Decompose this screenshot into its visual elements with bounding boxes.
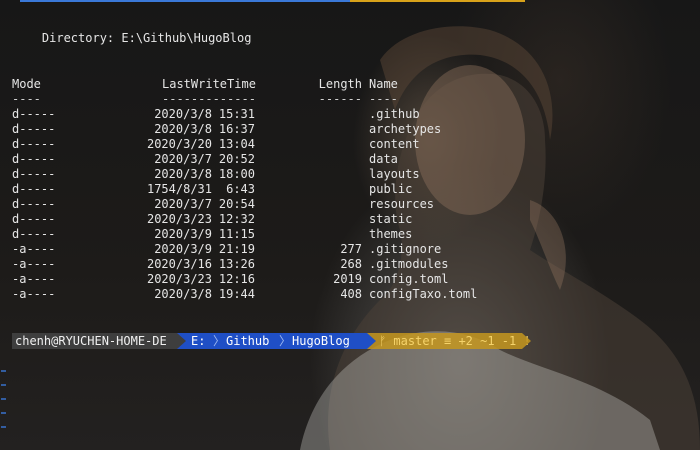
- row-mode: d-----: [12, 167, 56, 181]
- row-name: archetypes: [369, 122, 442, 136]
- row-mode: d-----: [12, 212, 56, 226]
- row-time: 11:15: [218, 227, 255, 241]
- row-date: 2020/3/9: [154, 227, 212, 241]
- row-date: 2020/3/7: [154, 197, 212, 211]
- separator-name: ----: [369, 92, 398, 106]
- row-mode: d-----: [12, 107, 56, 121]
- prompt-path-hugoblog: HugoBlog: [292, 334, 350, 348]
- row-date: 2020/3/23: [146, 272, 212, 286]
- table-row[interactable]: d----- 2020/3/23 12:32 static: [0, 212, 700, 227]
- powerline-separator-icon: [367, 333, 376, 349]
- row-name: .gitignore: [369, 242, 442, 256]
- header-name: Name: [369, 77, 398, 91]
- row-time: 20:52: [218, 152, 255, 166]
- row-date: 2020/3/7: [154, 152, 212, 166]
- table-row[interactable]: d----- 2020/3/7 20:52 data: [0, 152, 700, 167]
- row-name: configTaxo.toml: [369, 287, 478, 301]
- row-name: resources: [369, 197, 435, 211]
- terminal-output[interactable]: Directory: E:\Github\HugoBlog Mode LastW…: [0, 0, 700, 450]
- row-mode: d-----: [12, 152, 56, 166]
- table-row[interactable]: -a---- 2020/3/9 21:19 277 .gitignore: [0, 242, 700, 257]
- chevron-right-icon: 〉: [213, 334, 226, 348]
- row-mode: d-----: [12, 227, 56, 241]
- table-row[interactable]: d----- 2020/3/7 20:54 resources: [0, 197, 700, 212]
- table-row[interactable]: -a---- 2020/3/16 13:26 268 .gitmodules: [0, 257, 700, 272]
- row-date: 2020/3/20: [146, 137, 212, 151]
- row-length: 277: [340, 242, 362, 256]
- prompt-path-drive: E:: [191, 334, 206, 348]
- powerline-separator-icon: [522, 333, 531, 349]
- left-edge-indicator: [0, 360, 8, 450]
- table-row[interactable]: d----- 2020/3/20 13:04 content: [0, 137, 700, 152]
- top-accent-blue: [20, 0, 350, 2]
- row-mode: -a----: [12, 287, 56, 301]
- table-row[interactable]: -a---- 2020/3/8 19:44 408 configTaxo.tom…: [0, 287, 700, 302]
- row-time: 6:43: [226, 182, 255, 196]
- row-time: 18:00: [218, 167, 255, 181]
- row-time: 12:32: [218, 212, 255, 226]
- top-accent-gold: [350, 0, 525, 2]
- powerline-separator-icon: [177, 333, 186, 349]
- row-date: 2020/3/8: [154, 107, 212, 121]
- table-row[interactable]: d----- 2020/3/9 11:15 themes: [0, 227, 700, 242]
- table-row[interactable]: -a---- 2020/3/23 12:16 2019 config.toml: [0, 272, 700, 287]
- terminal-window[interactable]: Directory: E:\Github\HugoBlog Mode LastW…: [0, 0, 700, 450]
- row-time: 19:44: [218, 287, 255, 301]
- row-mode: d-----: [12, 122, 56, 136]
- row-length: 268: [340, 257, 362, 271]
- git-status-text: ᚠ master ≡ +2 ~1 -1 !: [379, 334, 531, 348]
- row-mode: -a----: [12, 242, 56, 256]
- row-mode: -a----: [12, 272, 56, 286]
- table-row[interactable]: d----- 2020/3/8 16:37 archetypes: [0, 122, 700, 137]
- table-row[interactable]: d----- 1754/8/31 6:43 public: [0, 182, 700, 197]
- row-length: 2019: [333, 272, 362, 286]
- row-name: static: [369, 212, 413, 226]
- row-time: 13:26: [218, 257, 255, 271]
- row-name: themes: [369, 227, 413, 241]
- row-date: 2020/3/23: [146, 212, 212, 226]
- row-time: 20:54: [218, 197, 255, 211]
- header-mode: Mode: [12, 77, 41, 91]
- header-last-write-time: LastWriteTime: [162, 77, 256, 91]
- header-length: Length: [318, 77, 362, 91]
- row-name: content: [369, 137, 420, 151]
- table-row[interactable]: d----- 2020/3/8 15:31 .github: [0, 107, 700, 122]
- listing-header: Mode LastWriteTime Length Name: [0, 77, 700, 92]
- row-time: 21:19: [218, 242, 255, 256]
- row-name: .github: [369, 107, 420, 121]
- listing-separator: ---- ------------- ------ ----: [0, 92, 700, 107]
- row-mode: -a----: [12, 257, 56, 271]
- row-date: 2020/3/8: [154, 122, 212, 136]
- row-name: layouts: [369, 167, 420, 181]
- prompt-path: E: 〉 Github 〉 HugoBlog: [177, 333, 367, 349]
- row-length: 408: [340, 287, 362, 301]
- row-date: 2020/3/9: [154, 242, 212, 256]
- row-name: data: [369, 152, 398, 166]
- directory-label: Directory: E:\Github\HugoBlog: [13, 31, 252, 45]
- prompt-path-github: Github: [226, 334, 270, 348]
- row-date: 2020/3/16: [146, 257, 212, 271]
- row-time: 16:37: [218, 122, 255, 136]
- row-name: public: [369, 182, 413, 196]
- row-mode: d-----: [12, 182, 56, 196]
- row-time: 13:04: [218, 137, 255, 151]
- separator-mode: ----: [12, 92, 41, 106]
- row-date: 1754/8/31: [146, 182, 212, 196]
- separator-length: ------: [318, 92, 362, 106]
- separator-last-write-time: -------------: [162, 92, 256, 106]
- chevron-right-icon: 〉: [279, 334, 292, 348]
- prompt-git-status: ᚠ master ≡ +2 ~1 -1 !: [367, 333, 531, 349]
- row-date: 2020/3/8: [154, 287, 212, 301]
- row-mode: d-----: [12, 137, 56, 151]
- row-time: 12:16: [218, 272, 255, 286]
- row-time: 15:31: [218, 107, 255, 121]
- table-row[interactable]: d----- 2020/3/8 18:00 layouts: [0, 167, 700, 182]
- row-name: config.toml: [369, 272, 449, 286]
- row-date: 2020/3/8: [154, 167, 212, 181]
- row-name: .gitmodules: [369, 257, 449, 271]
- row-mode: d-----: [12, 197, 56, 211]
- prompt-user-host: chenh@RYUCHEN-HOME-DE: [12, 333, 177, 349]
